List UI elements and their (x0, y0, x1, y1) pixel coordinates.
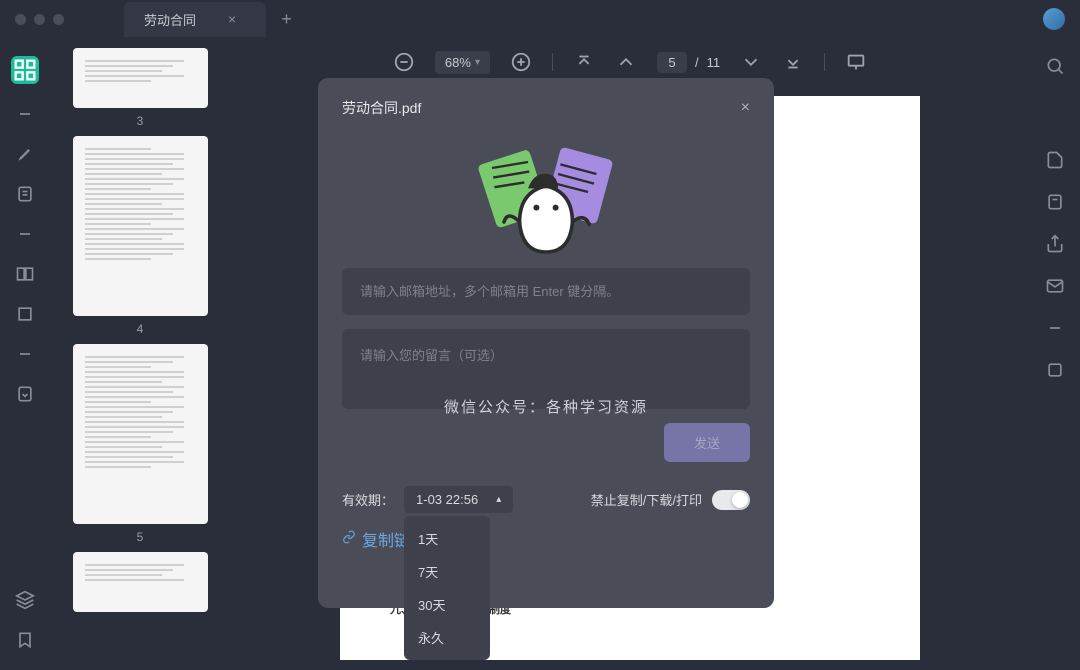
send-button[interactable]: 发送 (664, 423, 750, 462)
dropdown-item[interactable]: 1天 (404, 522, 490, 555)
share-modal: 劳动合同.pdf × 微信公众号：各种学习资源 发送 有效期： 1-03 22: (318, 78, 774, 608)
minimize-window[interactable] (34, 14, 45, 25)
thumb-5[interactable]: 5 (60, 344, 220, 544)
prev-page-button[interactable] (615, 51, 637, 73)
chevron-down-icon: ▾ (475, 57, 480, 68)
dropdown-item[interactable]: 7天 (404, 555, 490, 588)
thumb-label: 4 (137, 322, 144, 336)
tab-add-button[interactable]: + (281, 9, 292, 30)
dropdown-item[interactable]: 30天 (404, 588, 490, 621)
left-rail-bottom (15, 590, 35, 650)
window-controls (15, 14, 64, 25)
left-rail (0, 38, 50, 670)
search-icon[interactable] (1045, 56, 1065, 76)
modal-illustration (342, 138, 750, 258)
dash-icon-r (1045, 318, 1065, 338)
dropdown-item[interactable]: 永久 (404, 621, 490, 654)
thumb-4[interactable]: 4 (60, 136, 220, 336)
bookmark-icon[interactable] (15, 630, 35, 650)
page-current-input[interactable]: 5 (657, 52, 687, 73)
thumb-label: 3 (137, 114, 144, 128)
presentation-icon[interactable] (845, 51, 867, 73)
modal-header: 劳动合同.pdf × (342, 98, 750, 118)
modal-close-button[interactable]: × (741, 99, 750, 117)
thumbnails-icon[interactable] (11, 56, 39, 84)
page-total: 11 (707, 55, 721, 70)
last-page-button[interactable] (782, 51, 804, 73)
zoom-level[interactable]: 68%▾ (435, 51, 490, 74)
dash-icon-2 (15, 224, 35, 244)
email-input[interactable] (342, 268, 750, 315)
convert-icon[interactable] (15, 384, 35, 404)
note-icon[interactable] (15, 184, 35, 204)
page-indicator: 5 / 11 (657, 52, 720, 73)
titlebar: 劳动合同 × + (0, 0, 1080, 38)
thumb-label: 5 (137, 530, 144, 544)
file-icon[interactable] (1045, 150, 1065, 170)
options-row: 有效期： 1-03 22:56 ▴ 1天 7天 30天 永久 禁止复制/下载/打… (342, 486, 750, 513)
tab-document[interactable]: 劳动合同 × (124, 2, 266, 37)
message-textarea[interactable] (342, 329, 750, 409)
crop-icon[interactable] (15, 304, 35, 324)
highlighter-icon[interactable] (15, 144, 35, 164)
expiry-label: 有效期： (342, 490, 394, 509)
zoom-in-button[interactable] (510, 51, 532, 73)
restrict-toggle[interactable] (712, 490, 750, 510)
mail-icon[interactable] (1045, 276, 1065, 296)
expiry-control: 有效期： 1-03 22:56 ▴ 1天 7天 30天 永久 (342, 486, 513, 513)
modal-title: 劳动合同.pdf (342, 98, 421, 118)
tab-close-icon[interactable]: × (228, 11, 236, 27)
close-window[interactable] (15, 14, 26, 25)
expiry-dropdown: 1天 7天 30天 永久 (404, 516, 490, 660)
layers-icon[interactable] (15, 590, 35, 610)
restrict-control: 禁止复制/下载/打印 (591, 490, 750, 510)
chevron-up-icon: ▴ (496, 494, 501, 505)
share-icon[interactable] (1045, 234, 1065, 254)
tabs: 劳动合同 × + (124, 2, 292, 37)
thumbnail-panel: 3 4 5 (50, 38, 230, 670)
thumb-6[interactable] (60, 552, 220, 612)
zoom-out-button[interactable] (393, 51, 415, 73)
tab-title: 劳动合同 (144, 10, 196, 29)
first-page-button[interactable] (573, 51, 595, 73)
maximize-window[interactable] (53, 14, 64, 25)
link-icon (342, 530, 356, 549)
dash-icon (15, 104, 35, 124)
right-rail (1030, 38, 1080, 670)
avatar[interactable] (1043, 8, 1065, 30)
thumb-3[interactable]: 3 (60, 48, 220, 128)
more-icon[interactable] (1045, 360, 1065, 380)
restrict-label: 禁止复制/下载/打印 (591, 490, 702, 509)
next-page-button[interactable] (740, 51, 762, 73)
expiry-dropdown-trigger[interactable]: 1-03 22:56 ▴ (404, 486, 513, 513)
dash-icon-3 (15, 344, 35, 364)
compare-icon[interactable] (15, 264, 35, 284)
text-icon[interactable] (1045, 192, 1065, 212)
